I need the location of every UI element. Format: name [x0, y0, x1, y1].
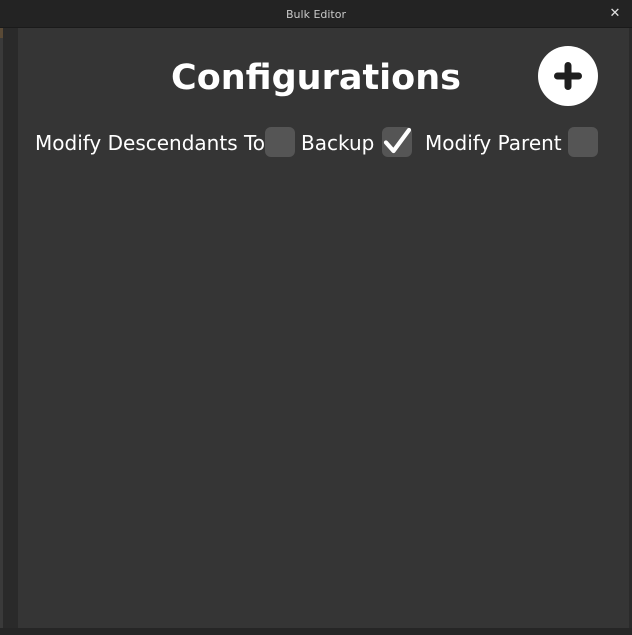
modify-parent-label: Modify Parent	[425, 131, 562, 155]
backup-checkbox[interactable]	[382, 127, 412, 157]
window-title: Bulk Editor	[286, 8, 346, 21]
modify-descendants-label: Modify Descendants Too	[35, 131, 278, 155]
close-button[interactable]: ✕	[607, 6, 623, 22]
add-configuration-button[interactable]	[538, 46, 598, 106]
modify-descendants-checkbox[interactable]	[265, 127, 295, 157]
bulk-editor-window: Bulk Editor ✕ Configurations Modify Desc…	[0, 0, 632, 635]
modify-parent-checkbox[interactable]	[568, 127, 598, 157]
close-icon: ✕	[609, 6, 621, 21]
content-panel	[18, 28, 629, 628]
bottom-bar	[0, 628, 632, 635]
checkmark-icon	[383, 127, 412, 154]
plus-icon	[554, 62, 582, 90]
backup-label: Backup	[301, 131, 375, 155]
title-bar[interactable]: Bulk Editor ✕	[0, 0, 632, 28]
side-gutter	[3, 28, 18, 628]
